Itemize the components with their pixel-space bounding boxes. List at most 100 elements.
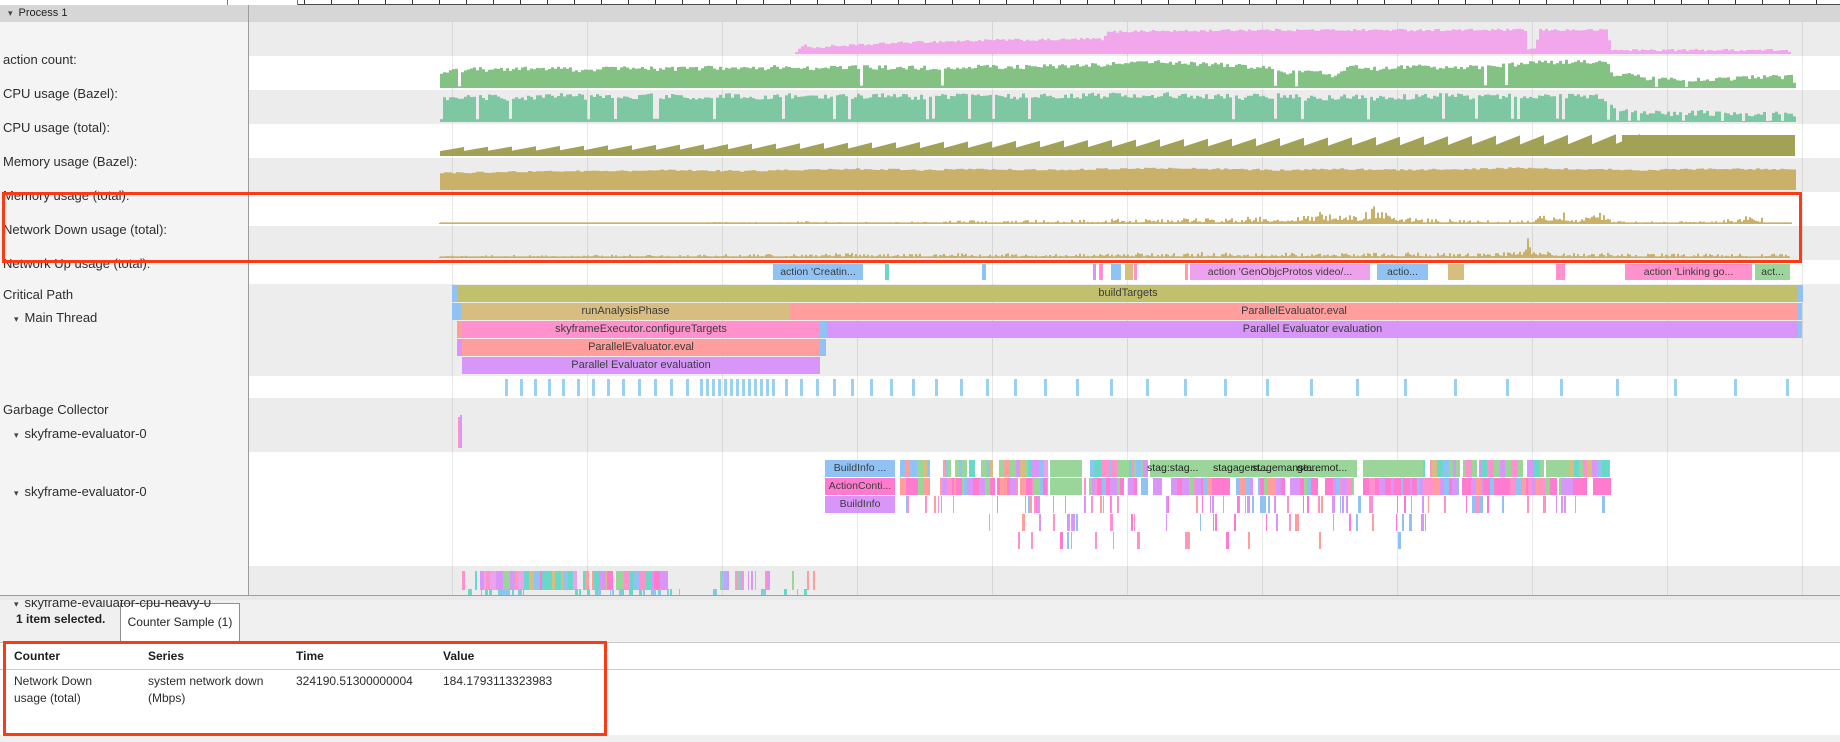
gc-tick[interactable] [1404, 379, 1407, 396]
critical-path-slice[interactable] [1099, 264, 1103, 280]
gc-tick[interactable] [1786, 379, 1789, 396]
main-thread-slice[interactable]: Parallel Evaluator evaluation [827, 321, 1798, 338]
gc-tick[interactable] [760, 379, 763, 396]
gc-tick[interactable] [960, 379, 963, 396]
sparse-slice[interactable] [1346, 496, 1348, 513]
sparse-slice[interactable] [1034, 496, 1035, 513]
dense-slice[interactable] [667, 571, 668, 590]
sparse-slice[interactable] [1076, 514, 1078, 531]
sparse-slice[interactable] [1487, 496, 1489, 513]
gc-tick[interactable] [718, 379, 721, 396]
critical-path-slice[interactable] [982, 264, 986, 280]
gc-tick[interactable] [1356, 379, 1359, 396]
cpu-heavy-tick[interactable] [807, 571, 809, 590]
dense-slice[interactable] [1456, 460, 1459, 477]
gc-tick[interactable] [534, 379, 537, 396]
dense-slice[interactable] [475, 571, 477, 590]
sparse-slice[interactable] [1402, 514, 1404, 531]
main-thread-slice[interactable]: buildTargets [458, 285, 1798, 302]
gc-tick[interactable] [1560, 379, 1563, 396]
sparse-slice[interactable] [1030, 496, 1032, 513]
sparse-slice[interactable] [1200, 514, 1201, 531]
sparse-slice[interactable] [727, 571, 729, 590]
sparse-slice[interactable] [989, 514, 990, 531]
dense-slice[interactable] [1047, 478, 1048, 495]
dense-slice[interactable] [1472, 460, 1477, 477]
sparse-slice[interactable] [997, 496, 998, 513]
sparse-slice[interactable] [1134, 514, 1136, 531]
sparse-slice[interactable] [925, 496, 927, 513]
dense-slice[interactable] [503, 571, 510, 590]
sparse-slice[interactable] [1332, 496, 1334, 513]
sparse-slice[interactable] [1025, 496, 1026, 513]
gc-tick[interactable] [592, 379, 595, 396]
sparse-slice[interactable] [1167, 496, 1168, 513]
sidebar-item-cpu-usage-bazel[interactable]: CPU usage (Bazel): [3, 86, 118, 101]
sparse-slice[interactable] [1396, 514, 1398, 531]
critical-path-row[interactable] [249, 262, 1840, 284]
dense-slice[interactable] [1311, 478, 1317, 495]
gc-tick[interactable] [1146, 379, 1149, 396]
dense-slice[interactable] [1566, 478, 1573, 495]
sparse-slice[interactable] [1202, 496, 1203, 513]
collapse-arrow-icon[interactable]: ▾ [14, 599, 19, 609]
critical-path-slice[interactable]: action 'Creatin... [773, 264, 863, 280]
dense-slice[interactable] [1094, 460, 1101, 477]
dense-slice[interactable] [1195, 478, 1202, 495]
gc-tick[interactable] [851, 379, 854, 396]
gc-tick[interactable] [986, 379, 989, 396]
dense-slice[interactable] [660, 571, 667, 590]
sparse-slice[interactable] [1053, 496, 1054, 513]
sparse-slice[interactable] [1527, 496, 1529, 513]
gc-tick[interactable] [833, 379, 836, 396]
dense-slice[interactable] [1352, 478, 1354, 495]
dense-slice[interactable] [1134, 478, 1137, 495]
dense-slice[interactable] [1217, 478, 1224, 495]
sparse-slice[interactable] [1196, 496, 1198, 513]
sparse-slice[interactable] [1564, 496, 1566, 513]
sparse-slice[interactable] [1428, 496, 1430, 513]
timeline-area[interactable]: action 'Creatin...action 'GenObjcProtos … [0, 0, 1840, 596]
sparse-slice[interactable] [1166, 514, 1167, 531]
sparse-slice[interactable] [1248, 532, 1250, 549]
sparse-slice[interactable] [1022, 514, 1025, 531]
sparse-slice[interactable] [1303, 496, 1305, 513]
gc-tick[interactable] [1044, 379, 1047, 396]
gc-tick[interactable] [1014, 379, 1017, 396]
critical-path-slice[interactable]: action 'Linking go... [1625, 264, 1752, 280]
action-count-row[interactable] [249, 22, 1840, 56]
sparse-slice[interactable] [1466, 496, 1467, 513]
sparse-slice[interactable] [1018, 532, 1021, 549]
critical-path-slice[interactable] [1093, 264, 1096, 280]
dense-slice[interactable] [1554, 478, 1557, 495]
gc-tick[interactable] [912, 379, 915, 396]
main-thread-slice[interactable] [820, 339, 826, 356]
dense-slice[interactable] [969, 460, 974, 477]
main-thread-slice[interactable] [452, 303, 461, 320]
network-up-usage-total-row[interactable] [249, 226, 1840, 260]
sidebar-item-action-count[interactable]: action count: [3, 52, 77, 67]
sparse-slice[interactable] [1318, 496, 1320, 513]
dense-slice[interactable] [1581, 478, 1587, 495]
gc-tick[interactable] [638, 379, 641, 396]
gc-tick[interactable] [724, 379, 727, 396]
sparse-slice[interactable] [1103, 496, 1105, 513]
sparse-slice[interactable] [1349, 514, 1351, 531]
sparse-slice[interactable] [1210, 496, 1211, 513]
gc-tick[interactable] [706, 379, 709, 396]
sparse-slice[interactable] [751, 571, 754, 590]
network-down-usage-total-row[interactable] [249, 192, 1840, 226]
gc-tick[interactable] [1110, 379, 1113, 396]
sparse-slice[interactable] [1321, 496, 1323, 513]
sparse-slice[interactable] [1252, 496, 1254, 513]
sparse-slice[interactable] [1333, 514, 1334, 531]
sidebar-item-cpu-usage-total[interactable]: CPU usage (total): [3, 120, 110, 135]
sparse-slice[interactable] [769, 571, 770, 590]
gc-tick[interactable] [562, 379, 565, 396]
sparse-slice[interactable] [1358, 496, 1360, 513]
sparse-slice[interactable] [1188, 532, 1190, 549]
sparse-slice[interactable] [1544, 496, 1545, 513]
sparse-slice[interactable] [907, 496, 909, 513]
cell-time[interactable]: 324190.51300000004 [296, 673, 436, 690]
dense-slice[interactable] [1394, 478, 1401, 495]
